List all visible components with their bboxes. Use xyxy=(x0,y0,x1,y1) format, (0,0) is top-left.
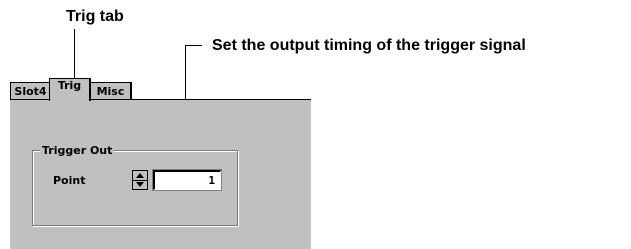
trig-tab-callout: Trig tab xyxy=(66,8,124,25)
trigger-out-group-title: Trigger Out xyxy=(40,144,115,157)
point-input[interactable]: 1 xyxy=(152,169,222,191)
settings-panel: Slot4 Misc Trig Trigger Out Point 1 xyxy=(10,78,311,249)
triangle-down-icon xyxy=(136,182,144,187)
tab-misc[interactable]: Misc xyxy=(90,82,132,100)
output-timing-callout-line-horizontal xyxy=(185,45,202,46)
point-label: Point xyxy=(53,174,86,187)
point-spinner xyxy=(132,170,148,190)
tab-slot4[interactable]: Slot4 xyxy=(10,82,51,100)
spin-down-button[interactable] xyxy=(133,180,147,189)
output-timing-callout: Set the output timing of the trigger sig… xyxy=(212,37,526,54)
tab-trig[interactable]: Trig xyxy=(49,78,91,101)
triangle-up-icon xyxy=(136,173,144,178)
